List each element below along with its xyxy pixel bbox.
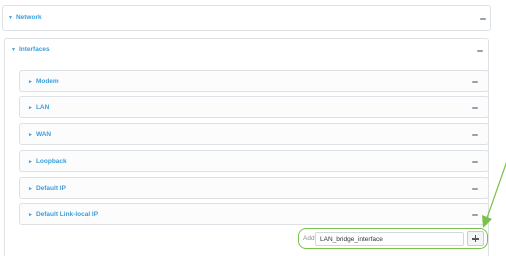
collapsed-triangle-icon: ►: [28, 132, 33, 138]
interface-item-default-link-local-ip[interactable]: ► Default Link-local IP: [19, 203, 489, 225]
collapsed-triangle-icon: ►: [28, 105, 33, 111]
add-label: Add: [303, 235, 315, 242]
expanded-triangle-icon: ▼: [11, 47, 16, 53]
interfaces-section: ▼ Interfaces ► Modem ► LAN ► WAN ► Loopback ►…: [4, 38, 489, 256]
collapse-icon[interactable]: [472, 188, 478, 190]
collapsed-triangle-icon: ►: [28, 186, 33, 192]
network-collapse-icon[interactable]: [480, 18, 486, 20]
interface-item-loopback[interactable]: ► Loopback: [19, 150, 489, 172]
interface-item-label: Default Link-local IP: [35, 211, 99, 218]
collapsed-triangle-icon: ►: [28, 79, 33, 85]
collapsed-triangle-icon: ►: [28, 159, 33, 165]
network-section: ▼ Network: [2, 5, 491, 31]
interface-item-label: Default IP: [35, 185, 66, 192]
interface-item-label: Loopback: [35, 158, 67, 165]
collapse-icon[interactable]: [472, 214, 478, 216]
interface-item-lan[interactable]: ► LAN: [19, 96, 489, 118]
interface-item-default-ip[interactable]: ► Default IP: [19, 177, 489, 199]
interfaces-collapse-icon[interactable]: [477, 50, 483, 52]
interface-item-label: WAN: [35, 131, 52, 138]
add-interface-input[interactable]: [315, 232, 464, 246]
interface-item-modem[interactable]: ► Modem: [19, 70, 489, 92]
collapse-icon[interactable]: [472, 161, 478, 163]
collapse-icon[interactable]: [472, 81, 478, 83]
collapsed-triangle-icon: ►: [28, 212, 33, 218]
callout-arrow-line: [486, 162, 506, 219]
network-label: Network: [15, 14, 42, 21]
network-header[interactable]: ▼ Network: [8, 14, 42, 22]
interface-item-label: LAN: [35, 104, 50, 111]
expanded-triangle-icon: ▼: [8, 15, 13, 21]
add-interface-row: Add: [298, 228, 488, 249]
collapse-icon[interactable]: [472, 134, 478, 136]
interface-item-label: Modem: [35, 78, 59, 85]
interfaces-label: Interfaces: [18, 46, 50, 53]
interfaces-header[interactable]: ▼ Interfaces: [11, 46, 50, 54]
interface-item-wan[interactable]: ► WAN: [19, 123, 489, 145]
collapse-icon[interactable]: [472, 107, 478, 109]
plus-icon[interactable]: [467, 231, 484, 246]
